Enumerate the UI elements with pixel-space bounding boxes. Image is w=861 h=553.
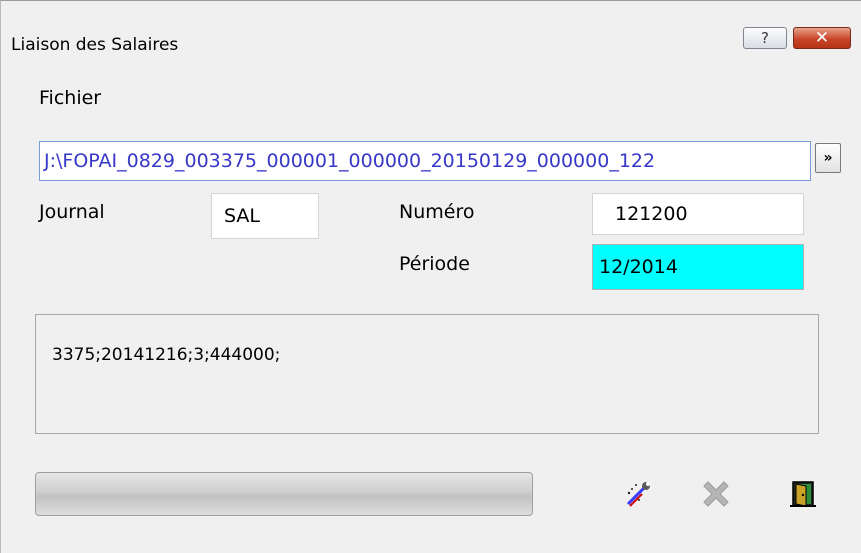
close-button[interactable]: ✕: [793, 27, 851, 49]
periode-label: Période: [399, 253, 470, 275]
delete-x-icon: [703, 481, 729, 507]
memo-text: 3375;20141216;3;444000;: [52, 345, 281, 365]
run-button[interactable]: [621, 477, 655, 511]
help-button[interactable]: ?: [743, 27, 787, 49]
close-icon: ✕: [814, 28, 830, 48]
window-title: Liaison des Salaires: [11, 35, 179, 55]
progress-bar: [35, 472, 533, 516]
liaison-dialog: Liaison des Salaires ? ✕ Fichier J:\FOPA…: [0, 0, 861, 553]
journal-input[interactable]: SAL: [211, 193, 319, 239]
chevron-double-right-icon: »: [823, 150, 833, 166]
run-wizard-icon: [626, 482, 650, 507]
exit-button[interactable]: [785, 477, 819, 511]
numero-input[interactable]: 121200: [592, 193, 804, 235]
memo-box[interactable]: 3375;20141216;3;444000;: [35, 314, 819, 434]
delete-button[interactable]: [699, 477, 733, 511]
browse-button[interactable]: »: [815, 143, 841, 173]
exit-door-icon: [790, 481, 816, 507]
journal-label: Journal: [39, 201, 105, 223]
fichier-label: Fichier: [39, 87, 102, 109]
fichier-input[interactable]: J:\FOPAI_0829_003375_000001_000000_20150…: [39, 141, 811, 181]
title-bar[interactable]: Liaison des Salaires ? ✕: [1, 11, 861, 69]
numero-label: Numéro: [399, 201, 475, 223]
help-icon: ?: [761, 29, 769, 47]
periode-input[interactable]: 12/2014: [592, 244, 804, 290]
